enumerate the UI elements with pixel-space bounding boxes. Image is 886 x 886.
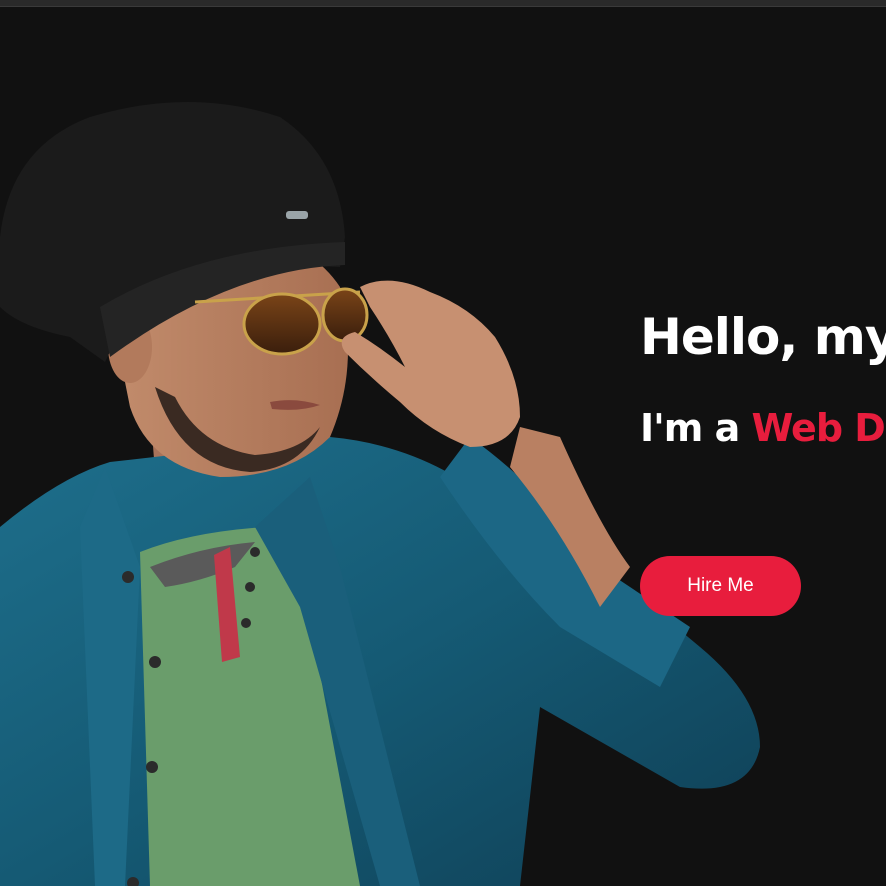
hero-role-prefix: I'm a xyxy=(640,406,752,450)
hero-greeting: Hello, my xyxy=(640,308,886,366)
browser-top-edge xyxy=(0,0,886,7)
hero-text-block: Hello, my I'm a Web D xyxy=(640,307,886,451)
hero-role-line: I'm a Web D xyxy=(640,405,886,451)
hero-role-highlight: Web D xyxy=(751,406,885,450)
hero-section: Hello, my I'm a Web D Hire Me xyxy=(0,7,886,886)
hire-me-button[interactable]: Hire Me xyxy=(640,556,801,616)
